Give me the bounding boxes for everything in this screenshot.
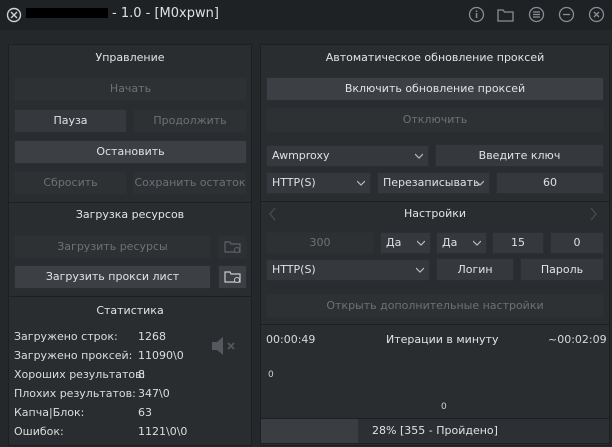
chevron-down-icon xyxy=(415,153,423,159)
auth-proxy-type-select[interactable]: HTTP(S) xyxy=(266,259,430,281)
number2-input[interactable]: 0 xyxy=(550,232,604,254)
disable-proxy-update-button[interactable]: Отключить xyxy=(266,108,604,132)
stop-button[interactable]: Остановить xyxy=(14,140,247,164)
minimize-icon[interactable] xyxy=(558,6,575,23)
stat-label: Плохих результатов: xyxy=(14,387,136,400)
window-title-text: - 1.0 - [M0xpwn] xyxy=(112,6,219,21)
chevron-right-icon[interactable] xyxy=(588,207,598,221)
proxy-update-title: Автоматическое обновление проксей xyxy=(325,51,545,64)
start-button[interactable]: Начать xyxy=(14,77,247,101)
chevron-down-icon xyxy=(416,267,424,273)
advanced-settings-button[interactable]: Открыть дополнительные настройки xyxy=(266,294,604,318)
remaining-time: ~00:02:09 xyxy=(548,333,607,346)
update-mode-value: Перезаписывать xyxy=(383,176,480,189)
progress-text: 28% [355 - Пройдено] xyxy=(372,424,498,437)
option2-value: Да xyxy=(442,236,458,249)
app-logo-icon xyxy=(6,7,22,23)
stat-value: 1121\0\0 xyxy=(138,425,188,438)
auth-proxy-type-value: HTTP(S) xyxy=(272,263,316,276)
stat-value: 347\0 xyxy=(138,387,170,400)
chevron-down-icon xyxy=(357,180,365,186)
progress-bar: 28% [355 - Пройдено] xyxy=(260,418,610,444)
divider xyxy=(8,202,252,203)
proxy-type-value: HTTP(S) xyxy=(272,176,316,189)
stat-value: 63 xyxy=(138,406,152,419)
stat-value: 11090\0 xyxy=(138,349,184,362)
stat-value: 8 xyxy=(138,368,145,381)
stats-section-title: Статистика xyxy=(96,304,164,317)
pause-button[interactable]: Пауза xyxy=(14,109,127,133)
divider xyxy=(8,296,252,297)
elapsed-time: 00:00:49 xyxy=(266,333,316,346)
threads-input[interactable]: 300 xyxy=(266,232,374,254)
stat-label: Хороших результатов: xyxy=(14,368,146,381)
settings-title: Настройки xyxy=(403,207,467,220)
menu-icon[interactable] xyxy=(528,6,545,23)
divider xyxy=(260,201,610,202)
load-proxy-button[interactable]: Загрузить прокси лист xyxy=(14,265,211,289)
stat-label: Загружено проксей: xyxy=(14,349,133,362)
save-rest-button[interactable]: Сохранить остаток xyxy=(133,171,247,195)
stat-label: Загружено строк: xyxy=(14,330,118,343)
folder-open-icon xyxy=(223,271,241,283)
window-title: - 1.0 - [M0xpwn] xyxy=(26,6,219,21)
resume-button[interactable]: Продолжить xyxy=(133,109,247,133)
folder-open-icon xyxy=(223,241,241,253)
control-section-title: Управление xyxy=(95,51,165,64)
close-icon[interactable] xyxy=(588,6,605,23)
redacted-app-name xyxy=(26,7,108,18)
proxy-type-select[interactable]: HTTP(S) xyxy=(266,172,371,194)
info-icon[interactable] xyxy=(468,6,485,23)
reset-button[interactable]: Сбросить xyxy=(14,171,127,195)
option1-select[interactable]: Да xyxy=(380,232,431,254)
enable-proxy-update-button[interactable]: Включить обновление проксей xyxy=(266,77,604,101)
folder-icon[interactable] xyxy=(497,7,514,22)
graph-y-label: 0 xyxy=(268,370,274,380)
chevron-down-icon xyxy=(476,180,484,186)
password-button[interactable]: Пароль xyxy=(520,258,604,281)
resources-section-title: Загрузка ресурсов xyxy=(75,208,185,221)
update-interval-input[interactable]: 60 xyxy=(496,172,604,194)
option1-value: Да xyxy=(386,236,402,249)
open-proxy-folder-button[interactable] xyxy=(218,265,247,289)
stat-label: Ошибок: xyxy=(14,425,64,438)
load-resources-button[interactable]: Загрузить ресурсы xyxy=(14,235,211,259)
iterations-label: Итерации в минуту xyxy=(386,333,499,346)
open-resources-folder-button[interactable] xyxy=(218,235,247,259)
graph-x-label: 0 xyxy=(441,402,447,412)
stat-label: Капча|Блок: xyxy=(14,406,85,419)
login-button[interactable]: Логин xyxy=(436,258,514,281)
stat-value: 1268 xyxy=(138,330,166,343)
option2-select[interactable]: Да xyxy=(436,232,487,254)
divider xyxy=(260,324,610,325)
sound-muted-icon[interactable] xyxy=(210,334,240,358)
proxy-source-select[interactable]: Awmproxy xyxy=(266,145,429,167)
update-mode-select[interactable]: Перезаписывать xyxy=(377,172,490,194)
proxy-source-value: Awmproxy xyxy=(272,149,330,162)
chevron-down-icon xyxy=(473,240,481,246)
title-bar: - 1.0 - [M0xpwn] xyxy=(0,0,612,30)
chevron-down-icon xyxy=(417,240,425,246)
enter-key-button[interactable]: Введите ключ xyxy=(435,144,604,167)
number1-input[interactable]: 15 xyxy=(492,232,544,254)
